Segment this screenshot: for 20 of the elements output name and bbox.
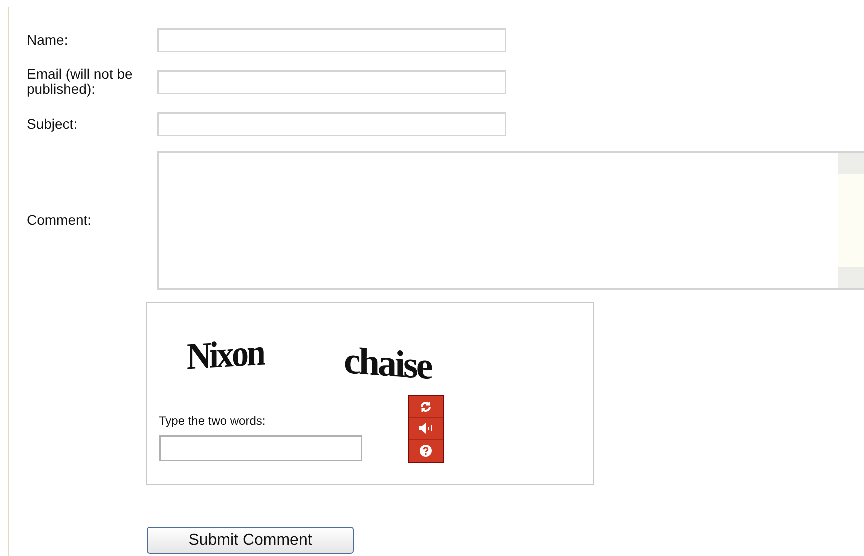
input-field[interactable]: [157, 70, 506, 94]
captcha-word: Nixon: [187, 332, 264, 380]
field-label: Subject:: [26, 116, 79, 132]
scrollbar[interactable]: [838, 153, 864, 288]
refresh-icon: [420, 400, 432, 412]
field-label: Name:: [26, 32, 70, 48]
captcha-prompt: Type the two words:: [159, 414, 267, 428]
captcha-word: chaise: [344, 338, 432, 390]
submit-button[interactable]: Submit Comment: [147, 527, 354, 554]
audio-button[interactable]: [409, 418, 443, 440]
input-field[interactable]: [157, 28, 506, 52]
help-icon: [420, 445, 432, 457]
speaker-icon: [419, 423, 433, 434]
input-field[interactable]: [157, 112, 506, 136]
comment-field[interactable]: [157, 151, 864, 290]
field-label: Comment:: [26, 213, 93, 228]
help-button[interactable]: [409, 440, 443, 462]
captcha-input[interactable]: [159, 435, 362, 461]
field-label: Email (will not be published):: [26, 67, 134, 97]
refresh-button[interactable]: [409, 396, 443, 418]
